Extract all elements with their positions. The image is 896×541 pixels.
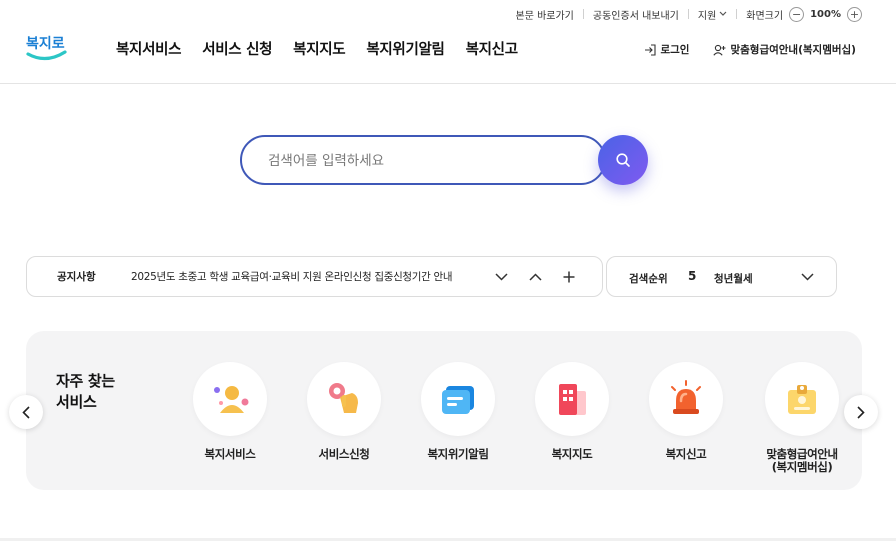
- people-icon: [214, 386, 249, 413]
- search-box: [240, 135, 606, 185]
- rank-label: 검색순위: [629, 273, 668, 285]
- notice-text[interactable]: 2025년도 초중고 학생 교육급여·교육비 지원 온라인신청 집중신청기간 안…: [131, 269, 453, 284]
- quick-service-circle: [421, 362, 495, 436]
- rank-number: 5: [688, 269, 697, 283]
- map-icon: [559, 384, 586, 415]
- quick-service-label: 서비스신청: [318, 447, 370, 461]
- login-button[interactable]: 로그인: [644, 42, 689, 57]
- custom-benefit-button[interactable]: 맞춤형급여안내(복지멤버십): [713, 42, 856, 57]
- id-card-icon: [788, 385, 816, 414]
- quick-service-welfare-map[interactable]: 복지지도: [517, 362, 627, 461]
- logo-text: 복지로: [26, 36, 65, 52]
- bokjiro-logo-icon: 복지로: [26, 36, 67, 61]
- quick-service-circle: [193, 362, 267, 436]
- user-plus-icon: [713, 44, 726, 56]
- carousel-prev-button[interactable]: [9, 395, 43, 429]
- quick-service-label: 복지신고: [665, 447, 707, 461]
- zoom-out-button[interactable]: −: [789, 6, 805, 22]
- main-nav: 복지서비스 서비스 신청 복지지도 복지위기알림 복지신고: [116, 38, 518, 59]
- nav-service-apply[interactable]: 서비스 신청: [202, 38, 272, 59]
- quick-service-apply[interactable]: 서비스신청: [289, 362, 399, 461]
- chevron-down-icon: [494, 272, 508, 281]
- nav-welfare-services[interactable]: 복지서비스: [116, 38, 182, 59]
- support-dropdown[interactable]: 지원: [698, 7, 727, 22]
- notice-bar: 공지사항 2025년도 초중고 학생 교육급여·교육비 지원 온라인신청 집중신…: [26, 256, 603, 297]
- divider: [736, 9, 738, 19]
- nav-crisis-alert[interactable]: 복지위기알림: [366, 38, 445, 59]
- nav-welfare-map[interactable]: 복지지도: [293, 38, 345, 59]
- nav-welfare-report[interactable]: 복지신고: [466, 38, 518, 59]
- quick-service-label: 복지위기알림: [427, 447, 489, 461]
- quick-service-circle: [307, 362, 381, 436]
- quick-service-circle: [535, 362, 609, 436]
- notice-more-button[interactable]: [560, 268, 578, 286]
- quick-service-circle: [765, 362, 839, 436]
- search-icon: [616, 153, 630, 167]
- login-icon: [645, 43, 657, 56]
- divider: [687, 9, 689, 19]
- zoom-in-button[interactable]: +: [847, 6, 862, 22]
- plus-icon: [563, 271, 575, 282]
- zoom-label: 화면크기: [746, 10, 784, 22]
- search-rank-box[interactable]: 검색순위 5 청년월세: [606, 256, 837, 297]
- notice-next-button[interactable]: [492, 268, 510, 286]
- notice-label: 공지사항: [57, 271, 96, 283]
- login-label: 로그인: [660, 44, 690, 56]
- quick-service-custom-benefit[interactable]: 맞춤형급여안내 (복지멤버십): [747, 362, 857, 474]
- rank-keyword[interactable]: 청년월세: [714, 271, 753, 286]
- custom-benefit-label: 맞춤형급여안내(복지멤버십): [730, 44, 856, 56]
- siren-icon: [671, 380, 701, 414]
- utility-bar: 본문 바로가기 공동인증서 내보내기 지원 화면크기 − 100% +: [516, 5, 862, 23]
- divider: [582, 9, 584, 19]
- skip-to-content-link[interactable]: 본문 바로가기: [516, 7, 574, 22]
- search-button[interactable]: [598, 135, 648, 185]
- quick-service-label: 복지서비스: [204, 447, 256, 461]
- quick-service-welfare[interactable]: 복지서비스: [175, 362, 285, 461]
- carousel-next-button[interactable]: [844, 395, 878, 429]
- quick-service-welfare-report[interactable]: 복지신고: [631, 362, 741, 461]
- quick-services-title: 자주 찾는 서비스: [56, 372, 115, 411]
- quick-services-panel: 자주 찾는 서비스 복지서비스 서비스신청 복지위기알림 복지지도 복지신고 맞…: [26, 331, 862, 490]
- search-input[interactable]: [268, 150, 588, 172]
- cert-export-link[interactable]: 공동인증서 내보내기: [593, 7, 679, 22]
- chevron-up-icon: [528, 272, 542, 281]
- quick-service-label: 복지지도: [551, 447, 593, 461]
- quick-service-crisis-alert[interactable]: 복지위기알림: [403, 362, 513, 461]
- logo[interactable]: 복지로: [24, 30, 70, 64]
- chevron-down-icon: [801, 273, 814, 281]
- message-icon: [442, 386, 474, 414]
- zoom-control: 화면크기 − 100% +: [746, 6, 862, 22]
- quick-service-circle: [649, 362, 723, 436]
- support-label: 지원: [697, 10, 717, 22]
- hand-tap-icon: [329, 383, 358, 413]
- zoom-value: 100%: [810, 8, 841, 20]
- chevron-left-icon: [22, 405, 30, 419]
- header-actions: 로그인 맞춤형급여안내(복지멤버십): [644, 42, 856, 57]
- notice-prev-button[interactable]: [526, 268, 544, 286]
- chevron-right-icon: [857, 405, 865, 419]
- header-divider: [0, 83, 896, 84]
- chevron-down-icon: [719, 11, 727, 16]
- quick-service-label: 맞춤형급여안내 (복지멤버십): [766, 447, 838, 474]
- rank-expand-button[interactable]: [801, 268, 814, 290]
